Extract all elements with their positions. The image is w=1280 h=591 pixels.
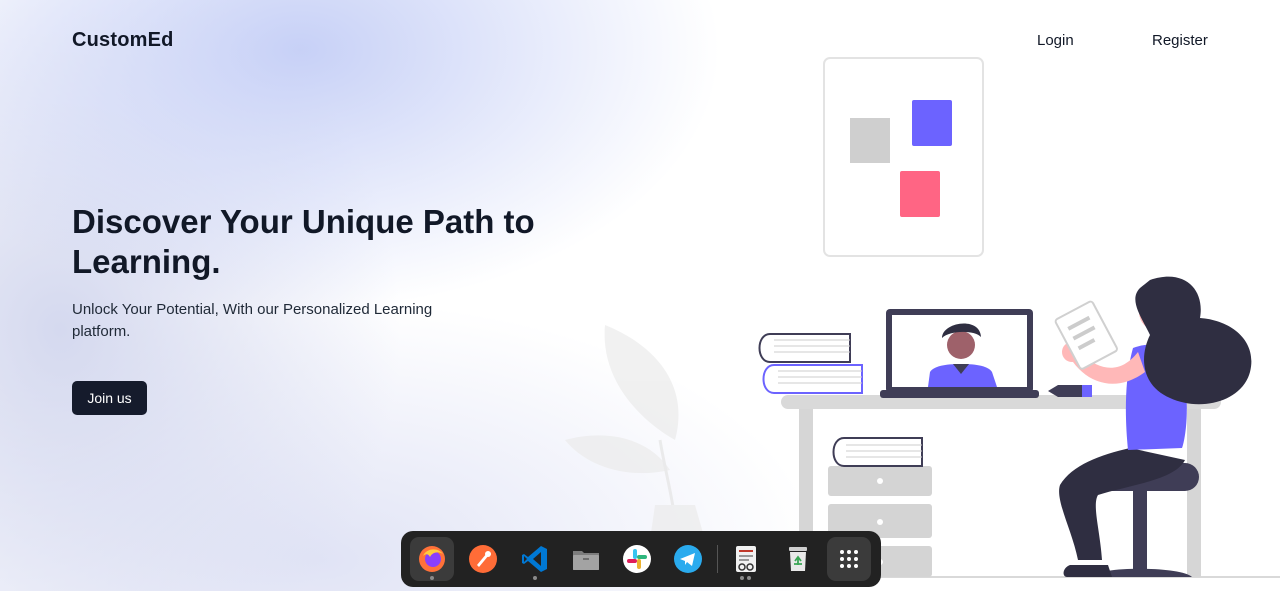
login-link[interactable]: Login [1037, 32, 1074, 49]
document-viewer-icon [736, 546, 756, 572]
dock-separator [717, 545, 718, 573]
hero-headline: Discover Your Unique Path to Learning. [72, 203, 535, 280]
person-illustration [1054, 276, 1252, 577]
dock-item-app-grid[interactable] [827, 537, 871, 581]
trash-icon [789, 547, 807, 571]
dock-item-slack[interactable] [615, 537, 659, 581]
files-icon [573, 551, 599, 570]
landing-page: CustomEd Login Register Discover Your Un… [0, 0, 1280, 591]
running-indicator [533, 576, 537, 580]
telegram-icon [674, 545, 702, 573]
brand-logo[interactable]: CustomEd [72, 29, 174, 52]
dock-item-files[interactable] [564, 537, 608, 581]
laptop-illustration [880, 309, 1039, 398]
hero-subtext: Unlock Your Potential, With our Personal… [72, 301, 433, 340]
running-indicator [747, 576, 751, 580]
dock-item-trash[interactable] [776, 537, 820, 581]
dock-item-telegram[interactable] [666, 537, 710, 581]
plant-illustration [565, 325, 705, 540]
dock-item-vscode[interactable] [513, 537, 557, 581]
join-us-button[interactable]: Join us [72, 381, 147, 415]
wall-frame-illustration [823, 57, 984, 257]
app-dock [401, 531, 881, 587]
app-grid-icon [840, 550, 858, 568]
running-indicator [740, 576, 744, 580]
postman-icon [469, 545, 497, 573]
dock-item-document-viewer[interactable] [724, 537, 768, 581]
vscode-icon [522, 546, 547, 572]
paper-illustration [1054, 300, 1118, 370]
hero-illustration [565, 57, 1280, 578]
register-link[interactable]: Register [1152, 32, 1208, 49]
slack-icon [623, 545, 651, 573]
running-indicator [430, 576, 434, 580]
dock-item-postman[interactable] [461, 537, 505, 581]
firefox-icon [419, 546, 445, 572]
dock-item-firefox[interactable] [410, 537, 454, 581]
